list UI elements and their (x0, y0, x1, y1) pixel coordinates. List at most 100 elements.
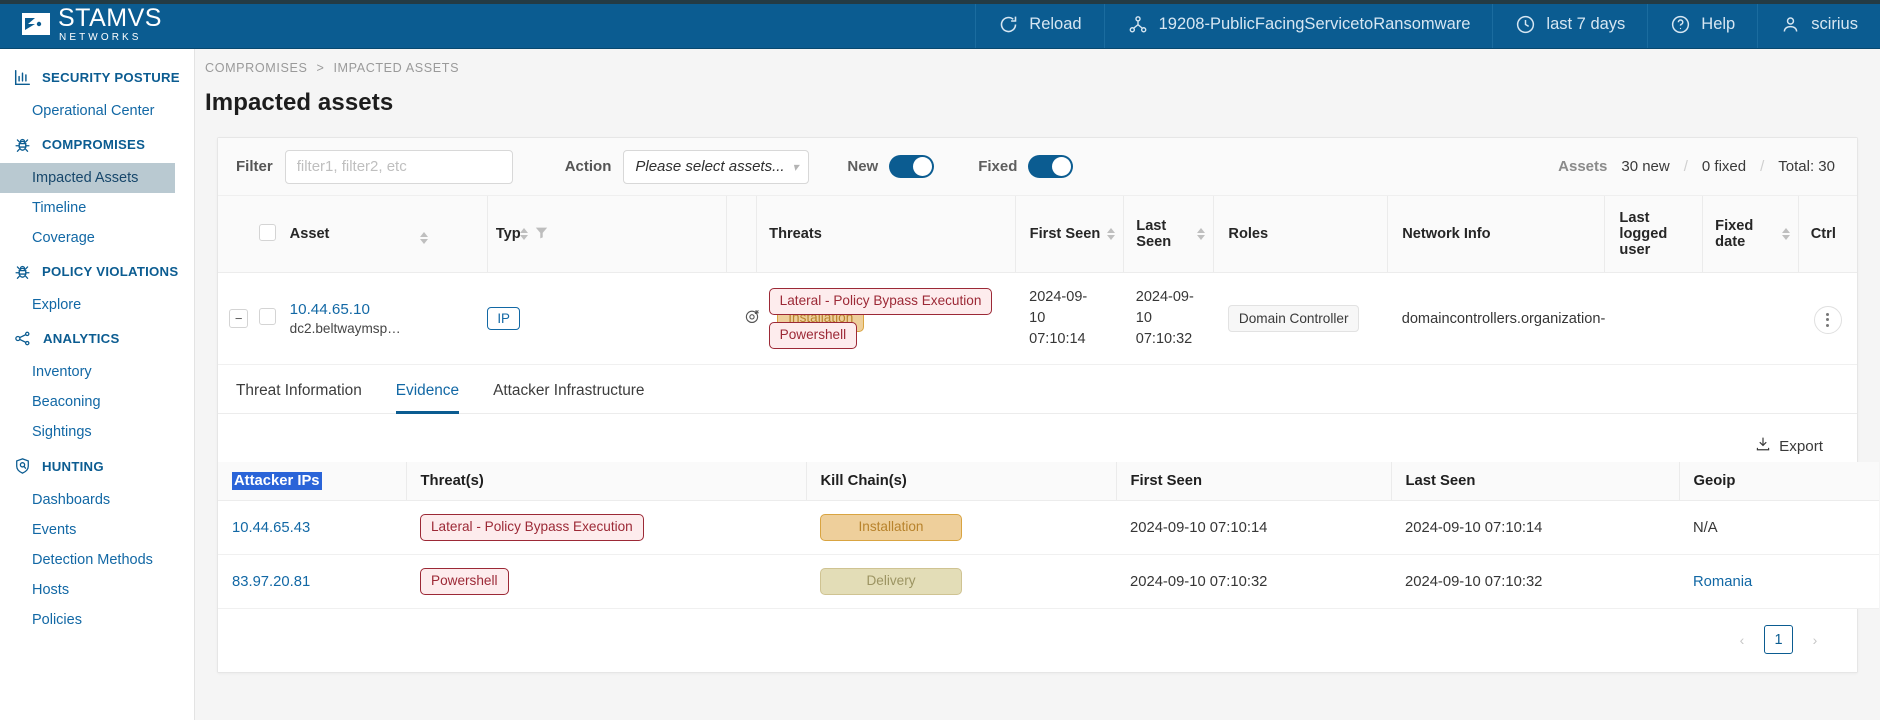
table-row[interactable]: 83.97.20.81 Powershell Delivery 2024-09-… (218, 555, 1879, 609)
th-ctrl-label: Ctrl (1811, 226, 1849, 242)
first-seen-value: 2024-09-10 07:10:32 (1116, 574, 1391, 590)
evidence-threat-cell: Powershell (406, 555, 806, 609)
counter-separator: / (1760, 158, 1764, 175)
sort-icon[interactable] (1782, 228, 1790, 240)
sidebar-item-detection-methods[interactable]: Detection Methods (0, 545, 194, 575)
user-menu[interactable]: scirius (1757, 0, 1880, 48)
row-network-info-cell: domaincontrollers.organization-a (1388, 273, 1605, 365)
sidebar-group-label: ANALYTICS (43, 331, 120, 346)
sidebar-item-impacted-assets[interactable]: Impacted Assets (0, 163, 175, 193)
sidebar-item-beaconing[interactable]: Beaconing (0, 387, 194, 417)
brand-name: STAMVS (58, 6, 162, 31)
sidebar-group-analytics: ANALYTICS (0, 320, 194, 357)
filter-input[interactable] (285, 150, 513, 184)
row-roles-cell: Domain Controller (1214, 273, 1388, 365)
th-fixed-date[interactable]: Fixed date (1703, 196, 1799, 273)
sidebar-navigation: SECURITY POSTURE Operational Center COMP… (0, 49, 195, 720)
kill-chain-badge: Delivery (820, 568, 962, 595)
sidebar-item-sightings[interactable]: Sightings (0, 417, 194, 447)
brand-subtitle: NETWORKS (59, 33, 162, 43)
sidebar-item-coverage[interactable]: Coverage (0, 223, 194, 253)
detail-tabs: Threat Information Evidence Attacker Inf… (218, 365, 1857, 414)
sort-icon[interactable] (520, 228, 528, 240)
help-button[interactable]: Help (1647, 0, 1757, 48)
attacker-ip-link[interactable]: 10.44.65.43 (218, 520, 406, 536)
reload-button[interactable]: Reload (975, 0, 1103, 48)
th-asset[interactable]: Asset (290, 196, 420, 273)
sidebar-item-explore[interactable]: Explore (0, 290, 194, 320)
pagination-prev-icon[interactable]: ‹ (1728, 626, 1756, 654)
th-type[interactable]: Type (487, 196, 520, 273)
sidebar-item-hosts[interactable]: Hosts (0, 575, 194, 605)
row-expand-toggle[interactable]: − (229, 309, 248, 328)
tab-threat-information[interactable]: Threat Information (236, 382, 362, 413)
assets-counter-label: Assets (1558, 158, 1607, 175)
sidebar-group-label: SECURITY POSTURE (42, 70, 180, 85)
pagination-next-icon[interactable]: › (1801, 626, 1829, 654)
th-fixed-date-label: Fixed date (1715, 218, 1775, 250)
evidence-last-seen-cell: 2024-09-10 07:10:32 (1391, 555, 1679, 609)
action-select-value: Please select assets... (635, 158, 784, 175)
fixed-toggle-label: Fixed (978, 158, 1017, 175)
th-asset-label: Asset (290, 226, 412, 242)
th-kill-chain-phase[interactable]: Kill Chain Phase (726, 196, 756, 273)
sidebar-group-label: HUNTING (42, 459, 104, 474)
pagination-page-1[interactable]: 1 (1764, 625, 1793, 654)
filter-funnel-icon[interactable] (535, 226, 548, 243)
row-checkbox[interactable] (259, 308, 276, 325)
geoip-link[interactable]: Romania (1679, 574, 1879, 590)
th-geoip: Geoip (1679, 462, 1879, 501)
th-geoip-label: Geoip (1680, 473, 1880, 489)
sort-icon[interactable] (1107, 228, 1115, 240)
sidebar-item-policies[interactable]: Policies (0, 605, 194, 635)
user-label: scirius (1811, 15, 1858, 34)
bug-icon (14, 136, 31, 153)
last-seen-value: 2024-09-10 07:10:32 (1124, 287, 1200, 350)
table-row[interactable]: 10.44.65.43 Lateral - Policy Bypass Exec… (218, 501, 1879, 555)
new-toggle[interactable] (889, 155, 934, 178)
th-network-info-label: Network Info (1402, 226, 1596, 242)
th-asset-sort[interactable] (420, 196, 487, 273)
th-roles-label: Roles (1228, 226, 1379, 242)
brand-logo[interactable]: STAMVS NETWORKS (0, 0, 180, 48)
threat-badge: Powershell (420, 568, 509, 595)
breadcrumb: COMPROMISES > IMPACTED ASSETS (195, 49, 1880, 75)
sidebar-group-compromises: COMPROMISES (0, 126, 194, 163)
threat-badge: Powershell (769, 322, 858, 349)
breadcrumb-parent[interactable]: COMPROMISES (205, 61, 307, 75)
threat-badge: Lateral - Policy Bypass Execution (769, 288, 993, 315)
attacker-ip-link[interactable]: 83.97.20.81 (218, 574, 406, 590)
fixed-toggle-group: Fixed (978, 155, 1073, 178)
table-row[interactable]: − 10.44.65.10 dc2.beltwaymsp… IP (218, 273, 1857, 365)
sidebar-item-operational-center[interactable]: Operational Center (0, 96, 194, 126)
th-type-controls[interactable] (520, 196, 726, 273)
asset-ip-link[interactable]: 10.44.65.10 (290, 301, 488, 318)
action-select[interactable]: Please select assets... ▾ (623, 150, 809, 184)
evidence-pagination: ‹ 1 › (218, 609, 1857, 672)
tab-evidence[interactable]: Evidence (396, 382, 459, 413)
export-button[interactable]: Export (1755, 436, 1823, 456)
tenant-selector[interactable]: 19208-PublicFacingServicetoRansomware (1104, 0, 1493, 48)
action-label: Action (565, 158, 612, 175)
time-range-selector[interactable]: last 7 days (1492, 0, 1647, 48)
sidebar-item-timeline[interactable]: Timeline (0, 193, 194, 223)
question-circle-icon (1670, 14, 1691, 35)
tab-attacker-infrastructure[interactable]: Attacker Infrastructure (493, 382, 644, 413)
threat-badge: Lateral - Policy Bypass Execution (420, 514, 644, 541)
sidebar-item-events[interactable]: Events (0, 515, 194, 545)
last-seen-value: 2024-09-10 07:10:14 (1391, 520, 1679, 536)
kebab-menu-icon[interactable] (1814, 306, 1842, 334)
select-all-checkbox[interactable] (259, 224, 276, 241)
th-first-seen[interactable]: First Seen (1015, 196, 1124, 273)
th-spacer (218, 196, 259, 273)
sidebar-item-inventory[interactable]: Inventory (0, 357, 194, 387)
first-seen-value: 2024-09-10 07:10:14 (1015, 287, 1091, 350)
evidence-threat-cell: Lateral - Policy Bypass Execution (406, 501, 806, 555)
sidebar-item-dashboards[interactable]: Dashboards (0, 485, 194, 515)
sort-icon[interactable] (1197, 228, 1205, 240)
row-select-cell (259, 273, 289, 365)
assets-fixed-count: 0 fixed (1702, 158, 1746, 175)
th-last-seen[interactable]: Last Seen (1124, 196, 1214, 273)
evidence-table: Attacker IPs Threat(s) Kill Chain(s) Fir… (218, 462, 1879, 609)
fixed-toggle[interactable] (1028, 155, 1073, 178)
